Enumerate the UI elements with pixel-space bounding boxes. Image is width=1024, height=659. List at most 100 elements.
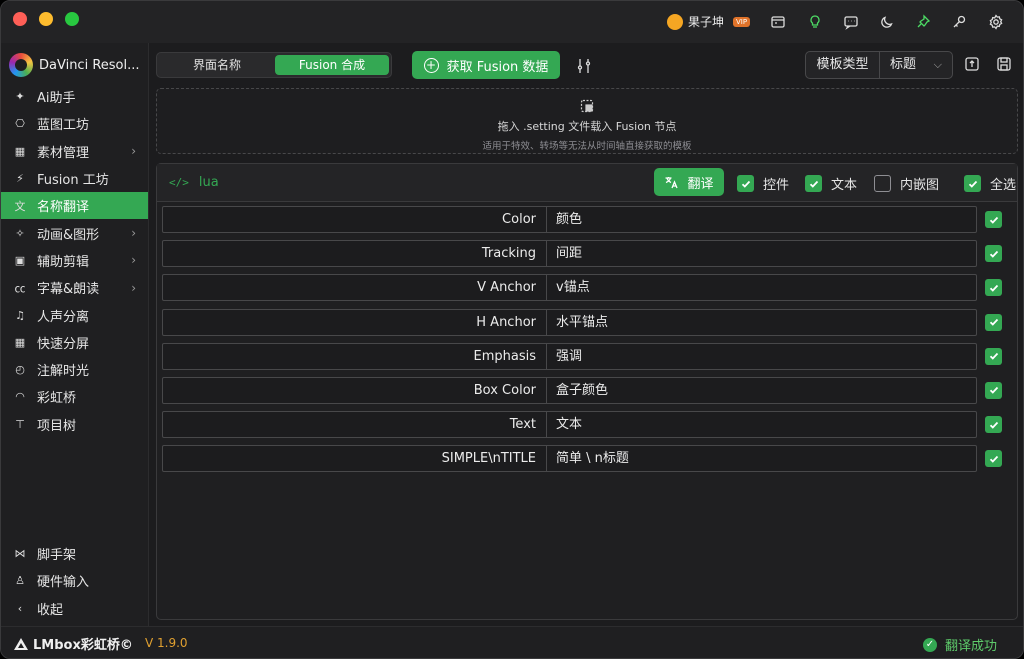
sidebar-item-label: 动画&图形 [37,227,100,243]
row-checkbox[interactable] [985,381,1002,399]
filter-option[interactable]: 内嵌图 [874,174,939,193]
row-checkbox[interactable] [985,347,1002,365]
caption-icon: ㏄ [14,281,26,295]
sidebar-item-label: 硬件输入 [37,575,90,591]
message-icon[interactable] [841,12,861,32]
footer: LMbox彩虹桥© V 1.9.0 ✓ 翻译成功 [1,626,1023,658]
translation-row: V Anchor v锚点 [162,274,1012,302]
tab-fusion-composite[interactable]: Fusion 合成 [275,55,389,75]
translated-name-input[interactable]: v锚点 [546,274,977,302]
pin-icon[interactable] [913,12,933,32]
translated-name-input[interactable]: 颜色 [546,206,977,233]
sidebar-item-label: 人声分离 [37,309,90,325]
template-type-value[interactable]: 标题 ⌵ [880,52,952,78]
source-name-field: Emphasis [162,342,547,370]
filter-checkbox[interactable] [805,175,822,192]
translated-name-input[interactable]: 文本 [546,411,977,439]
filter-checkbox[interactable] [737,175,754,192]
filter-checkbox[interactable] [874,175,891,192]
language-label: lua [198,175,219,190]
translation-row: H Anchor 水平锚点 [162,308,1012,336]
zoom-window-button[interactable] [65,12,79,26]
status-text: 翻译成功 [944,639,997,654]
tools-icon[interactable] [575,57,593,75]
row-checkbox[interactable] [985,450,1002,468]
export-icon[interactable] [964,56,980,72]
translate-icon: 文 [14,199,26,213]
sidebar-item-clock[interactable]: ◴ 注解时光 [1,356,148,383]
sidebar-item-sparkle[interactable]: ✦ Ai助手 [1,83,148,110]
app-brand: DaVinci Resol... [9,53,140,77]
sidebar-item-assets[interactable]: ▦ 素材管理 › [1,138,148,165]
user-profile[interactable]: 果子坤 VIP [667,13,751,30]
sidebar-item-rainbow[interactable]: ◠ 彩虹桥 [1,383,148,410]
sidebar-item-blueprint[interactable]: ⎔ 蓝图工坊 [1,110,148,137]
translated-name-input[interactable]: 强调 [546,342,977,370]
sidebar-item-label: 字幕&朗读 [37,282,100,298]
filter-option[interactable]: 全选 [964,174,1016,193]
chevron-down-icon: ⌵ [933,58,942,71]
filter-label: 全选 [990,178,1017,193]
store-icon[interactable] [768,12,788,32]
sidebar-item-animation[interactable]: ✧ 动画&图形 › [1,219,148,246]
sidebar-item-label: 项目树 [37,418,77,434]
sidebar-nav: ✦ Ai助手 ⎔ 蓝图工坊 ▦ 素材管理 › ⚡ Fusion 工坊文名称翻译 ✧ 动画&图形 › ▣ 辅… [1,83,148,438]
sidebar-item-caption[interactable]: ㏄字幕&朗读 › [1,274,148,301]
chevron-right-icon: › [131,226,136,241]
version-label: V 1.9.0 [145,636,188,650]
settings-icon[interactable] [986,12,1006,32]
translate-label: 翻译 [687,176,714,192]
source-name-field: Text [162,411,547,439]
sidebar-item-label: 素材管理 [37,145,90,161]
filter-checkbox[interactable] [964,175,981,192]
sidebar-item-translate[interactable]: 文名称翻译 [1,192,148,220]
translate-icon [665,176,679,188]
blueprint-icon: ⎔ [15,117,25,131]
sidebar-item-chevron-left[interactable]: ‹ 收起 [1,595,148,622]
sidebar-item-voice[interactable]: ♫ 人声分离 [1,301,148,328]
fetch-fusion-data-button[interactable]: + 获取 Fusion 数据 [412,51,560,79]
sidebar-item-tree[interactable]: ⊤ 项目树 [1,411,148,438]
row-checkbox[interactable] [985,416,1002,434]
row-checkbox[interactable] [985,313,1002,331]
row-checkbox[interactable] [985,279,1002,297]
panel-header: </> lua 翻译 控件 文本 内嵌图 全选 [157,164,1017,202]
row-checkbox[interactable] [985,211,1002,228]
translated-name-input[interactable]: 间距 [546,240,977,268]
translated-name-input[interactable]: 简单 \ n标题 [546,445,977,473]
sparkle-icon: ✦ [15,90,25,104]
language-tag[interactable]: </> lua [169,175,219,190]
template-type-select[interactable]: 模板类型 标题 ⌵ [805,51,953,79]
moon-icon[interactable] [877,12,897,32]
filter-option[interactable]: 文本 [805,174,857,193]
app-title: DaVinci Resol... [39,57,140,73]
sidebar-item-scaffold[interactable]: ⋈ 脚手架 [1,540,148,567]
tree-icon: ⊤ [15,417,25,431]
translated-name-input[interactable]: 水平锚点 [546,308,977,336]
sidebar-item-joystick[interactable]: ♙ 硬件输入 [1,567,148,594]
check-circle-icon: ✓ [922,637,937,652]
chevron-left-icon: ‹ [17,601,23,615]
sidebar-item-fusion[interactable]: ⚡ Fusion 工坊 [1,165,148,192]
sidebar: DaVinci Resol... ✦ Ai助手 ⎔ 蓝图工坊 ▦ 素材管理 › ⚡ Fusion… [1,43,148,626]
source-name-field: Box Color [162,376,547,404]
sidebar-item-clapper[interactable]: ▣ 辅助剪辑 › [1,247,148,274]
chevron-right-icon: › [131,144,136,159]
sidebar-item-grid[interactable]: ▦ 快速分屏 [1,329,148,356]
save-icon[interactable] [996,56,1012,72]
scaffold-icon: ⋈ [14,547,26,561]
row-checkbox[interactable] [985,245,1002,263]
mode-segmented-control: 界面名称 Fusion 合成 [156,52,392,78]
close-window-button[interactable] [13,12,27,26]
key-icon[interactable] [949,12,969,32]
minimize-window-button[interactable] [39,12,53,26]
translate-button[interactable]: 翻译 [654,168,724,196]
tab-interface-names[interactable]: 界面名称 [161,55,273,75]
dropzone-subtitle: 适用于特效、转场等无法从时间轴直接获取的模板 [482,141,692,152]
translated-name-input[interactable]: 盒子颜色 [546,376,977,404]
fusion-icon: ⚡ [16,172,24,186]
vip-badge: VIP [733,16,751,27]
filter-option[interactable]: 控件 [737,174,789,193]
setting-file-dropzone[interactable]: 拖入 .setting 文件载入 Fusion 节点 适用于特效、转场等无法从时… [156,88,1018,154]
lightbulb-icon[interactable] [805,12,825,32]
